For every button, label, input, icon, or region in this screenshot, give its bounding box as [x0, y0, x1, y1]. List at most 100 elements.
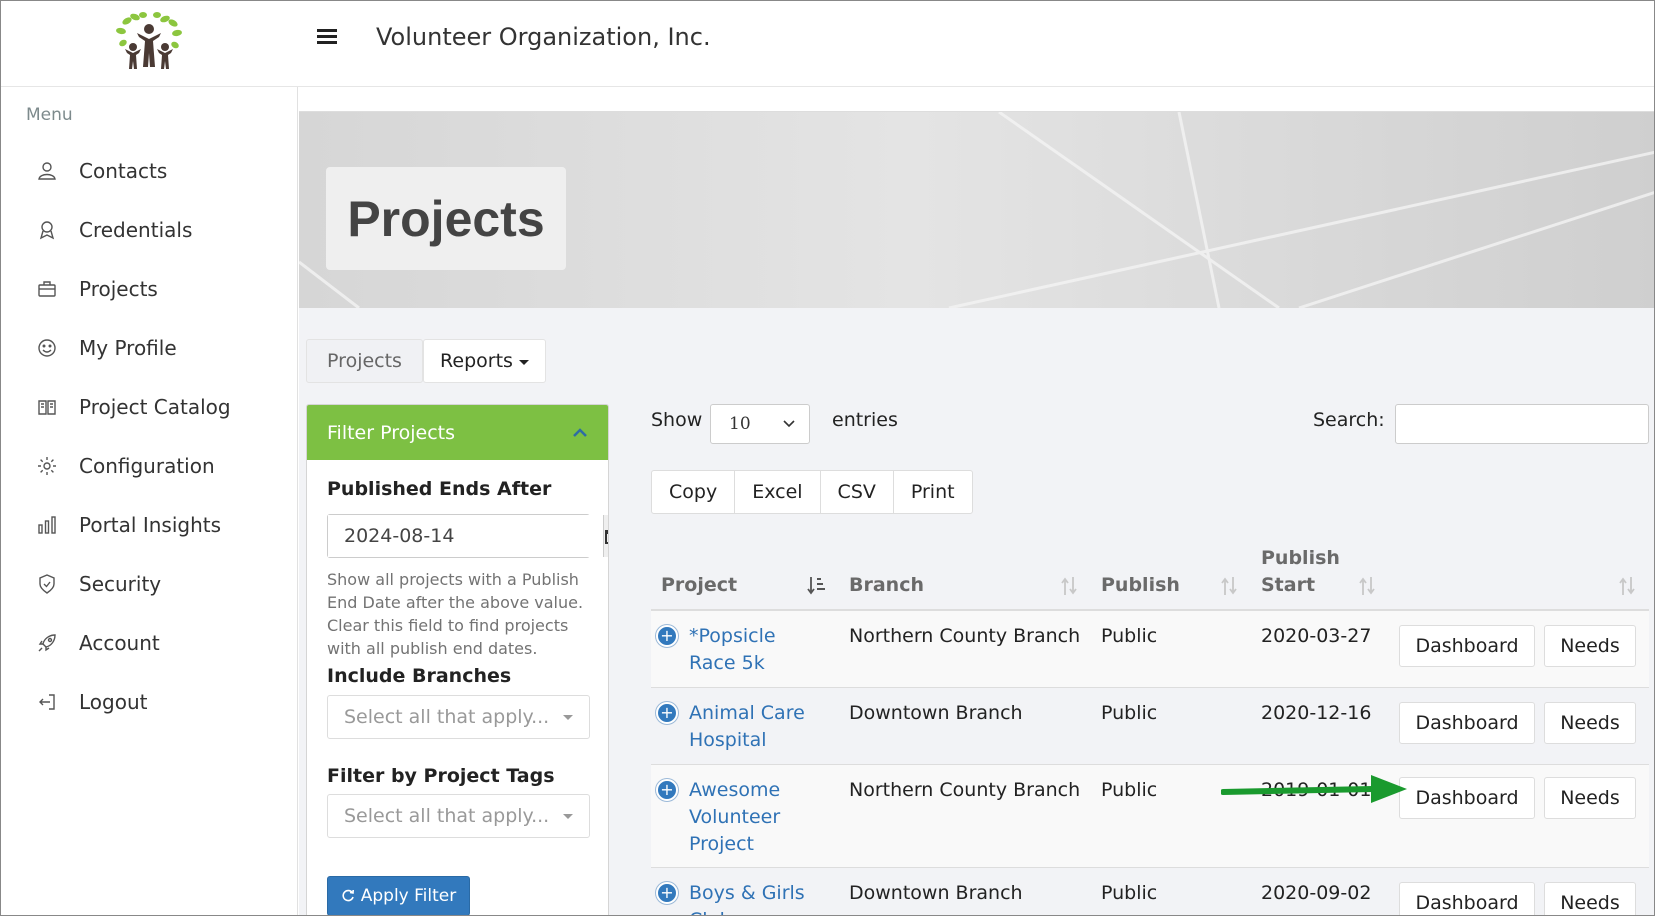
- entries-per-page-select[interactable]: 10: [710, 404, 810, 444]
- bar-chart-icon: [35, 513, 59, 537]
- published-ends-after-field: [327, 514, 608, 558]
- sidebar-item-label: Configuration: [79, 454, 215, 478]
- table-row: + Animal Care Hospital Downtown Branch P…: [651, 688, 1649, 765]
- sidebar-item-label: My Profile: [79, 336, 177, 360]
- column-header-publish-start[interactable]: Publish Start: [1261, 545, 1351, 599]
- sidebar-item-contacts[interactable]: Contacts: [35, 153, 285, 189]
- sidebar-item-label: Projects: [79, 277, 158, 301]
- publish-start-cell: 2020-09-02: [1261, 882, 1372, 904]
- content-top-strip: [299, 87, 1654, 112]
- dashboard-button[interactable]: Dashboard: [1399, 882, 1535, 915]
- include-branches-label: Include Branches: [327, 665, 512, 687]
- page-banner: Projects: [299, 112, 1654, 308]
- app-window: Volunteer Organization, Inc. Menu Contac…: [0, 0, 1655, 916]
- sidebar-item-configuration[interactable]: Configuration: [35, 448, 285, 484]
- sidebar-item-logout[interactable]: Logout: [35, 684, 285, 720]
- project-link[interactable]: Awesome Volunteer Project: [689, 777, 814, 858]
- app-title: Volunteer Organization, Inc.: [376, 23, 711, 51]
- sidebar-item-account[interactable]: Account: [35, 625, 285, 661]
- needs-button[interactable]: Needs: [1544, 625, 1636, 667]
- reports-dropdown[interactable]: Reports: [423, 339, 546, 383]
- project-link[interactable]: Boys & Girls Club: [689, 880, 814, 915]
- project-tags-placeholder: Select all that apply...: [344, 805, 550, 827]
- project-tags-label: Filter by Project Tags: [327, 765, 555, 787]
- chevron-up-icon[interactable]: [572, 425, 588, 441]
- shield-icon: [35, 572, 59, 596]
- project-link[interactable]: *Popsicle Race 5k: [689, 623, 814, 677]
- caret-down-icon: [518, 360, 529, 365]
- organization-logo[interactable]: [113, 11, 185, 73]
- sort-icon[interactable]: [1617, 575, 1637, 597]
- top-header: Volunteer Organization, Inc.: [1, 1, 1654, 87]
- sidebar: Menu Contacts Credentials Projects My Pr…: [1, 87, 298, 915]
- excel-button[interactable]: Excel: [735, 471, 821, 513]
- entries-label: entries: [832, 409, 898, 431]
- sidebar-item-my-profile[interactable]: My Profile: [35, 330, 285, 366]
- reports-label: Reports: [440, 350, 513, 372]
- table-header-row: Project Branch Publish Publish Start: [651, 531, 1649, 611]
- dashboard-button[interactable]: Dashboard: [1399, 777, 1535, 819]
- sidebar-item-portal-insights[interactable]: Portal Insights: [35, 507, 285, 543]
- main-content: Projects Projects Reports Filter Project…: [299, 87, 1654, 915]
- include-branches-select[interactable]: Select all that apply...: [327, 695, 590, 739]
- sort-icon[interactable]: [1059, 575, 1079, 597]
- column-header-project[interactable]: Project: [661, 572, 737, 599]
- sidebar-item-project-catalog[interactable]: Project Catalog: [35, 389, 285, 425]
- include-branches-placeholder: Select all that apply...: [344, 706, 550, 728]
- table-row: + Boys & Girls Club Downtown Branch Publ…: [651, 868, 1649, 915]
- sidebar-item-projects[interactable]: Projects: [35, 271, 285, 307]
- sort-ascending-icon[interactable]: [806, 575, 826, 597]
- expand-row-icon[interactable]: +: [656, 702, 678, 724]
- filter-help-text: Show all projects with a Publish End Dat…: [327, 570, 584, 658]
- sidebar-item-credentials[interactable]: Credentials: [35, 212, 285, 248]
- needs-button[interactable]: Needs: [1544, 882, 1636, 915]
- award-icon: [35, 218, 59, 242]
- logout-icon: [35, 690, 59, 714]
- published-ends-after-input[interactable]: [328, 515, 603, 557]
- sidebar-item-label: Credentials: [79, 218, 193, 242]
- apply-filter-button[interactable]: Apply Filter: [327, 876, 470, 915]
- menu-heading: Menu: [26, 105, 73, 125]
- publish-start-cell: 2020-12-16: [1261, 702, 1372, 724]
- publish-start-cell: 2020-03-27: [1261, 625, 1372, 647]
- published-ends-after-label: Published Ends After: [327, 478, 552, 500]
- column-header-publish[interactable]: Publish: [1101, 572, 1180, 599]
- filter-panel-header[interactable]: Filter Projects: [307, 405, 608, 460]
- sidebar-item-label: Contacts: [79, 159, 168, 183]
- tab-projects[interactable]: Projects: [306, 339, 423, 383]
- search-label: Search:: [1313, 409, 1385, 431]
- export-button-group: Copy Excel CSV Print: [651, 470, 973, 514]
- rocket-icon: [35, 631, 59, 655]
- copy-button[interactable]: Copy: [652, 471, 736, 513]
- sort-icon[interactable]: [1219, 575, 1239, 597]
- project-link[interactable]: Animal Care Hospital: [689, 700, 814, 754]
- page-title: Projects: [347, 190, 545, 247]
- column-header-branch[interactable]: Branch: [849, 572, 924, 599]
- gear-icon: [35, 454, 59, 478]
- expand-row-icon[interactable]: +: [656, 779, 678, 801]
- sidebar-item-label: Security: [79, 572, 162, 596]
- expand-row-icon[interactable]: +: [656, 882, 678, 904]
- calendar-icon[interactable]: [603, 515, 608, 557]
- page-title-card: Projects: [326, 167, 566, 270]
- sidebar-item-security[interactable]: Security: [35, 566, 285, 602]
- needs-button[interactable]: Needs: [1544, 777, 1636, 819]
- needs-button[interactable]: Needs: [1544, 702, 1636, 744]
- expand-row-icon[interactable]: +: [656, 625, 678, 647]
- search-input[interactable]: [1395, 404, 1649, 444]
- dashboard-button[interactable]: Dashboard: [1399, 702, 1535, 744]
- caret-down-icon: [563, 714, 573, 720]
- branch-cell: Downtown Branch: [849, 882, 1023, 904]
- publish-cell: Public: [1101, 882, 1158, 904]
- print-button[interactable]: Print: [894, 471, 972, 513]
- branch-cell: Northern County Branch: [849, 625, 1081, 647]
- hamburger-menu-icon[interactable]: [317, 26, 337, 48]
- dashboard-button[interactable]: Dashboard: [1399, 625, 1535, 667]
- book-icon: [35, 395, 59, 419]
- sidebar-item-label: Account: [79, 631, 160, 655]
- sidebar-item-label: Portal Insights: [79, 513, 222, 537]
- sort-icon[interactable]: [1357, 575, 1377, 597]
- branch-cell: Northern County Branch: [849, 779, 1081, 801]
- csv-button[interactable]: CSV: [821, 471, 894, 513]
- project-tags-select[interactable]: Select all that apply...: [327, 794, 590, 838]
